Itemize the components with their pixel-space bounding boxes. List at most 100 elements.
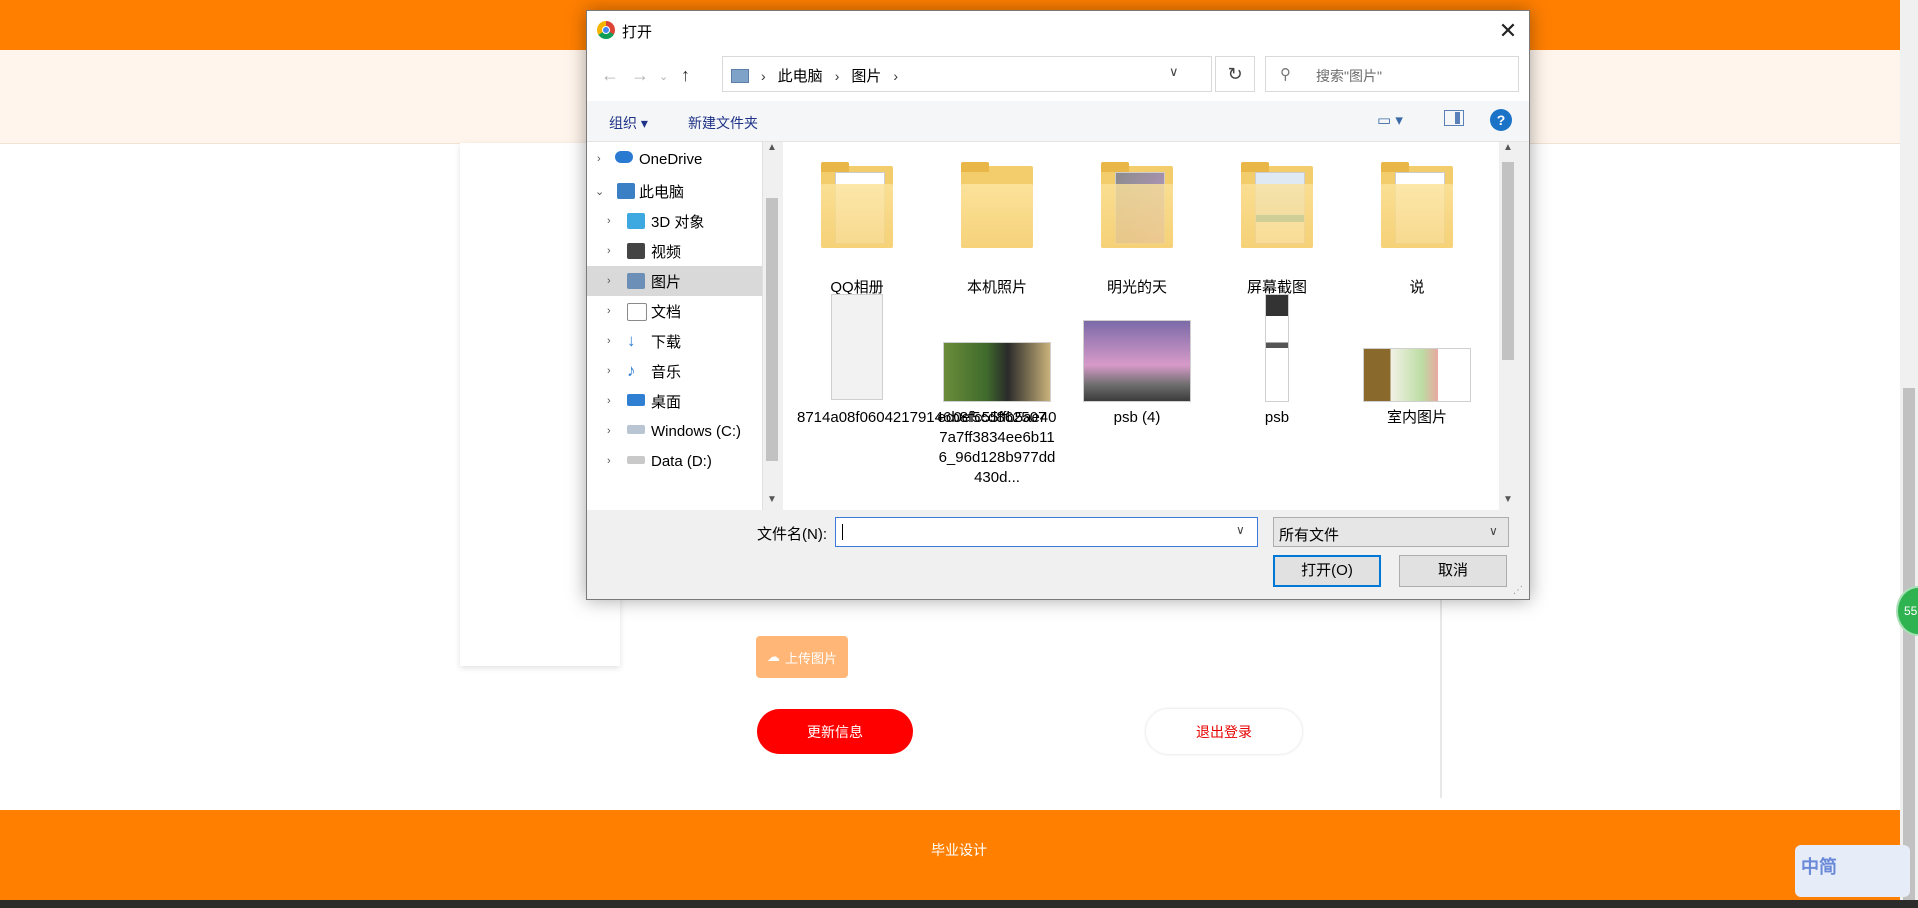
expand-chevron-icon[interactable]: ›	[607, 245, 611, 257]
breadcrumb-separator-icon[interactable]: ›	[893, 68, 898, 84]
file-item-image-1[interactable]: 8714a08f06042179146b8f5cd862507	[797, 292, 1047, 502]
tree-item-drive-d[interactable]: › Data (D:)	[587, 446, 762, 476]
expand-chevron-icon[interactable]: ›	[607, 215, 611, 227]
chevron-down-icon: ∨	[1489, 524, 1498, 538]
file-type-select[interactable]: 所有文件 ∨	[1273, 517, 1509, 547]
recent-chevron-icon[interactable]: ⌄	[659, 70, 668, 83]
collapse-chevron-icon[interactable]: ⌄	[595, 185, 604, 198]
tree-item-label: 3D 对象	[651, 213, 705, 231]
cloud-upload-icon: ☁	[766, 649, 780, 664]
taskbar-strip	[0, 900, 1918, 908]
up-arrow-icon[interactable]: ↑	[681, 65, 690, 86]
open-button[interactable]: 打开(O)	[1273, 555, 1381, 587]
expand-chevron-icon[interactable]: ›	[607, 305, 611, 317]
scroll-down-icon[interactable]: ▼	[767, 494, 777, 505]
upload-image-label: 上传图片	[784, 650, 837, 666]
file-name: psb (4)	[1113, 409, 1161, 426]
document-icon	[627, 303, 647, 321]
expand-chevron-icon[interactable]: ›	[607, 395, 611, 407]
chevron-down-icon[interactable]: ∨	[1236, 523, 1245, 537]
cancel-button[interactable]: 取消	[1399, 555, 1507, 587]
close-icon[interactable]: ✕	[1493, 17, 1523, 45]
folder-icon	[1101, 162, 1173, 248]
dialog-toolbar: 组织 ▾ 新建文件夹 ▭ ▾ ?	[587, 101, 1529, 142]
tree-scrollbar-thumb[interactable]	[766, 198, 778, 461]
cube-icon	[627, 213, 645, 229]
forward-arrow-icon[interactable]: →	[631, 65, 649, 86]
tree-item-pictures[interactable]: › 图片	[587, 266, 762, 296]
file-name: ec0efc55ffb5ae407a7ff3834ee6b116_96d128b…	[937, 409, 1057, 486]
breadcrumb-separator-icon: ›	[834, 67, 840, 84]
folder-icon	[961, 162, 1033, 248]
expand-chevron-icon[interactable]: ›	[607, 335, 611, 347]
tree-item-desktop[interactable]: › 桌面	[587, 386, 762, 416]
files-scrollbar-thumb[interactable]	[1502, 162, 1514, 360]
page-scrollbar-thumb[interactable]	[1903, 388, 1915, 900]
pictures-icon	[627, 273, 645, 289]
new-folder-button[interactable]: 新建文件夹	[688, 113, 758, 133]
tree-item-this-pc[interactable]: ⌄ 此电脑	[587, 176, 762, 206]
chrome-icon	[597, 21, 615, 39]
drive-icon	[627, 456, 645, 464]
pictures-location-icon	[731, 68, 749, 83]
file-name: 室内图片	[1386, 409, 1447, 426]
refresh-icon[interactable]: ↻	[1215, 56, 1255, 92]
chevron-down-icon[interactable]: ∨	[1169, 64, 1179, 80]
file-open-dialog: 打开 ✕ ← → ⌄ ↑ › 此电脑 › 图片 › ∨ ↻ ⚲ 搜索"图片" 组…	[586, 10, 1530, 600]
file-item-image-5[interactable]: 室内图片	[1357, 292, 1477, 502]
file-name: 8714a08f06042179146b8f5cd862507	[797, 409, 1047, 426]
search-icon: ⚲	[1280, 66, 1291, 83]
expand-chevron-icon[interactable]: ›	[597, 153, 601, 165]
file-item-screenshots[interactable]: 屏幕截图	[1217, 142, 1337, 296]
organize-menu-button[interactable]: 组织 ▾	[609, 113, 648, 133]
file-grid: QQ相册 本机照片 明光的天 屏幕截图 说 8714a08f0604217914…	[783, 142, 1499, 510]
tree-item-onedrive[interactable]: › OneDrive	[587, 144, 762, 174]
breadcrumb-pictures[interactable]: 图片	[851, 65, 881, 86]
tree-item-3d-objects[interactable]: › 3D 对象	[587, 206, 762, 236]
file-item-local-photos[interactable]: 本机照片	[937, 142, 1057, 296]
tree-item-label: OneDrive	[639, 150, 703, 168]
search-input[interactable]: ⚲ 搜索"图片"	[1265, 56, 1519, 92]
tree-item-documents[interactable]: › 文档	[587, 296, 762, 326]
scroll-down-icon[interactable]: ▼	[1503, 494, 1513, 505]
filename-input[interactable]: ∨	[835, 517, 1258, 547]
scroll-up-icon[interactable]: ▲	[767, 142, 777, 153]
tree-scrollbar[interactable]: ▲ ▼	[762, 142, 780, 510]
expand-chevron-icon[interactable]: ›	[607, 455, 611, 467]
file-item-bright-sky[interactable]: 明光的天	[1077, 142, 1197, 296]
logout-button[interactable]: 退出登录	[1146, 709, 1302, 754]
search-placeholder: 搜索"图片"	[1316, 68, 1382, 84]
tree-item-downloads[interactable]: › ↓ 下载	[587, 326, 762, 356]
file-item-image-2[interactable]: ec0efc55ffb5ae407a7ff3834ee6b116_96d128b…	[937, 292, 1057, 502]
tree-item-label: Data (D:)	[651, 452, 712, 470]
view-options-icon[interactable]: ▭ ▾	[1377, 111, 1403, 129]
file-item-image-4[interactable]: psb	[1217, 292, 1337, 502]
image-thumbnail	[1265, 294, 1289, 402]
file-item-image-3[interactable]: psb (4)	[1077, 292, 1197, 502]
file-item-say[interactable]: 说	[1357, 142, 1477, 296]
expand-chevron-icon[interactable]: ›	[607, 425, 611, 437]
file-item-qq-album[interactable]: QQ相册	[797, 142, 917, 296]
address-bar[interactable]: › 此电脑 › 图片 › ∨	[722, 56, 1212, 92]
files-scrollbar[interactable]: ▲ ▼	[1499, 142, 1517, 510]
resize-grip-icon[interactable]: ⋰	[1513, 585, 1523, 596]
help-icon[interactable]: ?	[1490, 109, 1512, 131]
tree-item-music[interactable]: › ♪ 音乐	[587, 356, 762, 386]
upload-image-button[interactable]: ☁ 上传图片	[756, 636, 848, 678]
tree-item-videos[interactable]: › 视频	[587, 236, 762, 266]
folder-icon	[1241, 162, 1313, 248]
image-thumbnail	[943, 342, 1051, 402]
desktop-icon	[627, 394, 645, 406]
back-arrow-icon[interactable]: ←	[601, 65, 619, 86]
expand-chevron-icon[interactable]: ›	[607, 365, 611, 377]
navigation-tree: › OneDrive ⌄ 此电脑 › 3D 对象 › 视频 › 图片 › 文档	[587, 142, 762, 510]
tree-item-drive-c[interactable]: › Windows (C:)	[587, 416, 762, 446]
breadcrumb-this-pc[interactable]: 此电脑	[778, 65, 823, 86]
expand-chevron-icon[interactable]: ›	[607, 275, 611, 287]
dialog-titlebar: 打开 ✕	[587, 11, 1529, 51]
preview-pane-icon[interactable]	[1444, 110, 1464, 126]
scroll-up-icon[interactable]: ▲	[1503, 142, 1513, 153]
breadcrumb-separator-icon: ›	[761, 67, 766, 84]
ime-widget[interactable]: 中简	[1795, 845, 1910, 897]
update-info-button[interactable]: 更新信息	[757, 709, 913, 754]
